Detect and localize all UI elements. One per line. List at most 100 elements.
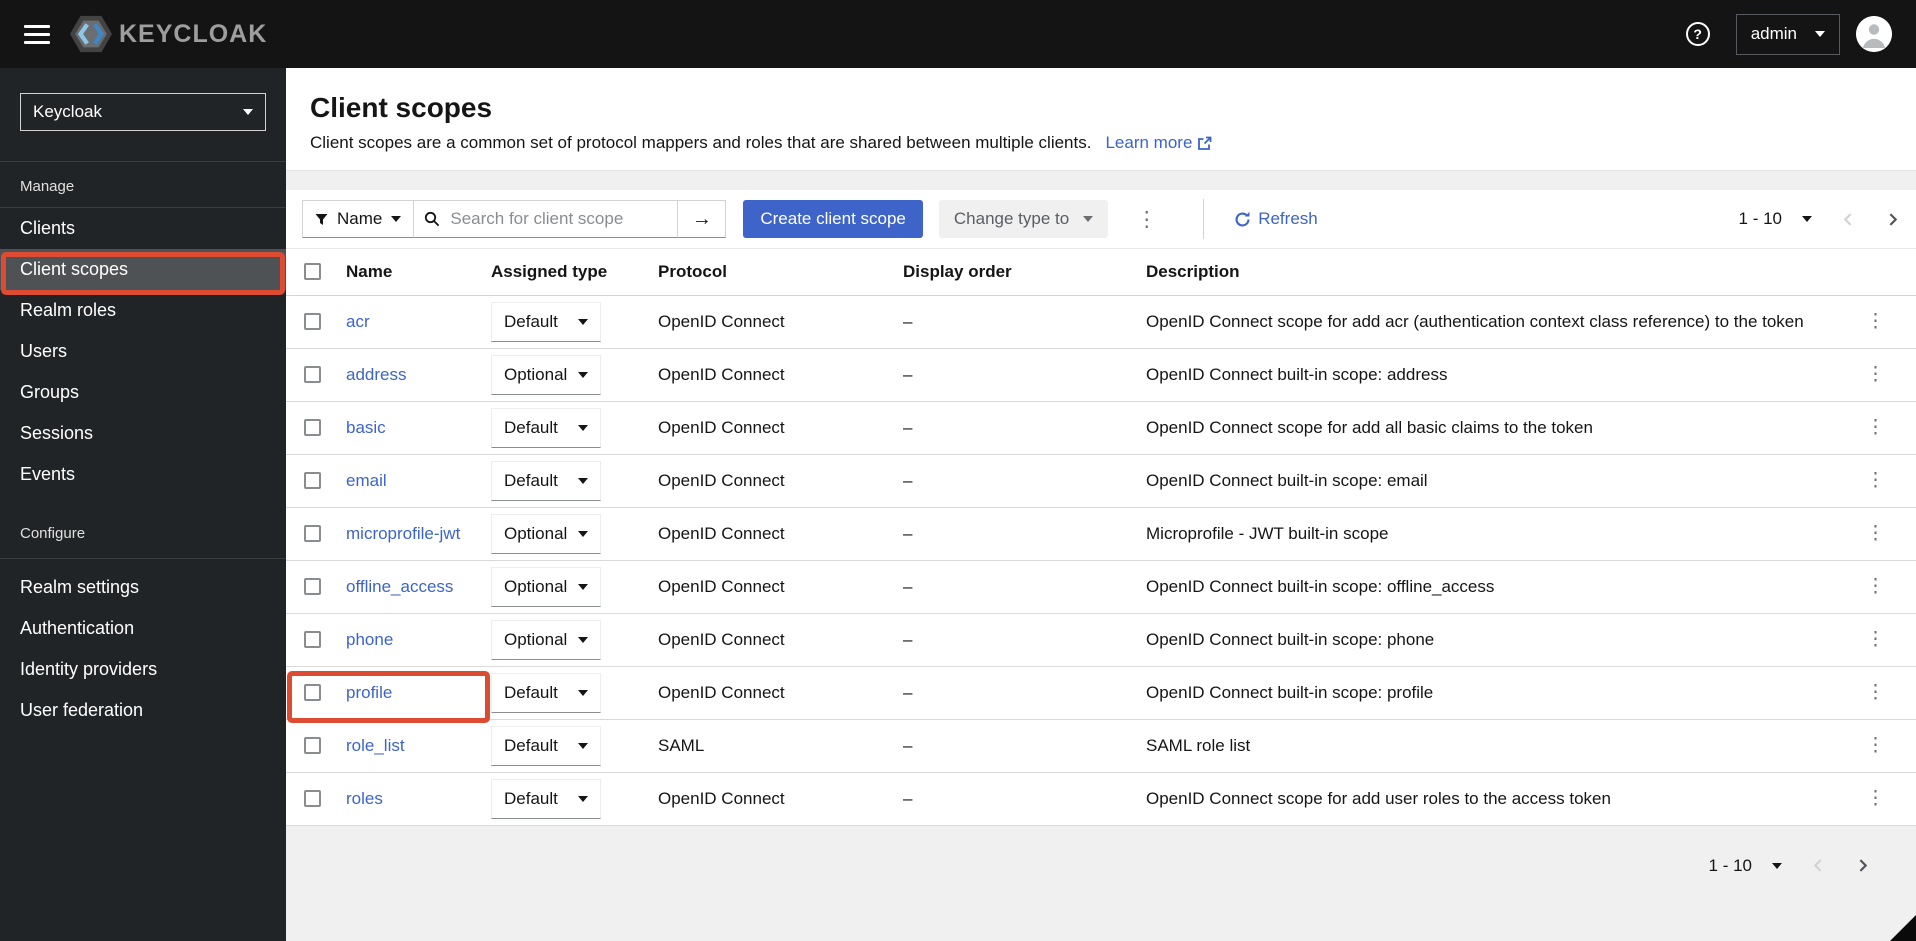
row-checkbox[interactable]	[304, 631, 321, 648]
row-checkbox[interactable]	[304, 737, 321, 754]
assigned-type-dropdown[interactable]: Optional	[491, 513, 601, 554]
keycloak-logo[interactable]: KEYCLOAK	[70, 13, 267, 55]
scope-name-link[interactable]: role_list	[346, 736, 405, 755]
scope-name-link[interactable]: roles	[346, 789, 383, 808]
user-name: admin	[1750, 24, 1797, 43]
scope-name-link[interactable]: email	[346, 471, 387, 490]
previous-page-icon[interactable]	[1841, 212, 1856, 227]
row-checkbox[interactable]	[304, 472, 321, 489]
table-header-row: Name Assigned type Protocol Display orde…	[286, 249, 1916, 296]
scope-name-link[interactable]: offline_access	[346, 577, 453, 596]
pagination-options-toggle[interactable]	[1802, 216, 1812, 222]
display-order-cell: –	[892, 666, 1136, 720]
sidebar-item-link[interactable]: Sessions	[0, 413, 286, 454]
scope-name-link[interactable]: profile	[346, 683, 392, 702]
search-input[interactable]	[448, 208, 668, 230]
sidebar-item-link[interactable]: Groups	[0, 372, 286, 413]
realm-selector[interactable]: Keycloak	[20, 93, 266, 131]
sidebar-item-link[interactable]: Authentication	[0, 608, 286, 649]
scope-name-link[interactable]: address	[346, 365, 406, 384]
sidebar-item[interactable]: Clients	[0, 208, 286, 249]
change-type-dropdown[interactable]: Change type to	[938, 200, 1109, 238]
row-kebab-menu[interactable]: ⋮	[1860, 467, 1891, 494]
next-page-icon[interactable]	[1855, 858, 1870, 873]
page-description: Client scopes are a common set of protoc…	[310, 133, 1092, 152]
display-order-cell: –	[892, 454, 1136, 508]
scope-name-link[interactable]: phone	[346, 630, 393, 649]
protocol-cell: OpenID Connect	[650, 560, 892, 614]
row-kebab-menu[interactable]: ⋮	[1860, 308, 1891, 335]
search-submit-button[interactable]: →	[678, 200, 727, 238]
sidebar-item[interactable]: Realm roles	[0, 290, 286, 331]
sidebar-item[interactable]: Identity providers	[0, 649, 286, 690]
column-header-name: Name	[336, 249, 480, 296]
sidebar-item-link[interactable]: Identity providers	[0, 649, 286, 690]
sidebar-item[interactable]: Users	[0, 331, 286, 372]
learn-more-link[interactable]: Learn more	[1105, 133, 1212, 153]
hamburger-menu-icon[interactable]	[24, 24, 50, 44]
sidebar-item-link[interactable]: User federation	[0, 690, 286, 731]
avatar[interactable]	[1856, 16, 1892, 52]
row-checkbox[interactable]	[304, 684, 321, 701]
sidebar-item-link[interactable]: Realm roles	[0, 290, 286, 331]
sidebar-item[interactable]: User federation	[0, 690, 286, 731]
description-cell: OpenID Connect built-in scope: phone	[1136, 613, 1840, 667]
scope-name-link[interactable]: acr	[346, 312, 370, 331]
previous-page-icon[interactable]	[1811, 858, 1826, 873]
help-icon[interactable]: ?	[1685, 22, 1710, 46]
row-checkbox[interactable]	[304, 313, 321, 330]
row-checkbox[interactable]	[304, 525, 321, 542]
chevron-down-icon	[391, 216, 402, 222]
sidebar-item[interactable]: Sessions	[0, 413, 286, 454]
sidebar-item[interactable]: Client scopes	[0, 249, 286, 290]
assigned-type-dropdown[interactable]: Default	[491, 778, 601, 819]
row-kebab-menu[interactable]: ⋮	[1860, 414, 1891, 441]
sidebar-item-link[interactable]: Client scopes	[0, 249, 286, 290]
scope-name-link[interactable]: microprofile-jwt	[346, 524, 460, 543]
row-kebab-menu[interactable]: ⋮	[1860, 573, 1891, 600]
row-kebab-menu[interactable]: ⋮	[1860, 626, 1891, 653]
column-header-assigned-type: Assigned type	[480, 249, 650, 296]
sidebar-item[interactable]: Groups	[0, 372, 286, 413]
assigned-type-dropdown[interactable]: Default	[491, 460, 601, 501]
display-order-cell: –	[892, 560, 1136, 614]
pagination-options-toggle[interactable]	[1772, 862, 1782, 869]
assigned-type-dropdown[interactable]: Default	[491, 672, 601, 713]
toolbar-kebab-menu[interactable]: ⋮	[1130, 205, 1163, 234]
assigned-type-dropdown[interactable]: Default	[491, 725, 601, 766]
assigned-type-dropdown[interactable]: Optional	[491, 566, 601, 607]
row-kebab-menu[interactable]: ⋮	[1860, 520, 1891, 547]
select-all-checkbox[interactable]	[304, 263, 321, 281]
assigned-type-dropdown[interactable]: Default	[491, 407, 601, 448]
protocol-cell: OpenID Connect	[650, 507, 892, 561]
description-cell: Microprofile - JWT built-in scope	[1136, 507, 1840, 561]
row-checkbox[interactable]	[304, 578, 321, 595]
assigned-type-dropdown[interactable]: Optional	[491, 619, 601, 660]
scope-name-link[interactable]: basic	[346, 418, 386, 437]
user-dropdown[interactable]: admin	[1735, 13, 1840, 55]
assigned-type-dropdown[interactable]: Optional	[491, 354, 601, 395]
next-page-icon[interactable]	[1885, 212, 1900, 227]
table-row: basic Default OpenID Connect – OpenID Co…	[286, 401, 1916, 455]
sidebar-item-link[interactable]: Clients	[0, 208, 286, 249]
row-kebab-menu[interactable]: ⋮	[1860, 785, 1891, 812]
table-row: phone Optional OpenID Connect – OpenID C…	[286, 613, 1916, 667]
pagination-range: 1 - 10	[1708, 855, 1752, 875]
refresh-button[interactable]: Refresh	[1228, 208, 1324, 230]
sidebar-item[interactable]: Realm settings	[0, 567, 286, 608]
create-client-scope-button[interactable]: Create client scope	[743, 200, 923, 238]
sidebar-item-link[interactable]: Users	[0, 331, 286, 372]
sidebar-item-link[interactable]: Realm settings	[0, 567, 286, 608]
row-kebab-menu[interactable]: ⋮	[1860, 732, 1891, 759]
row-checkbox[interactable]	[304, 419, 321, 436]
row-kebab-menu[interactable]: ⋮	[1860, 361, 1891, 388]
filter-type-dropdown[interactable]: Name	[302, 200, 415, 238]
sidebar-item[interactable]: Events	[0, 454, 286, 495]
sidebar-item-link[interactable]: Events	[0, 454, 286, 495]
row-checkbox[interactable]	[304, 366, 321, 383]
row-kebab-menu[interactable]: ⋮	[1860, 679, 1891, 706]
sidebar-item[interactable]: Authentication	[0, 608, 286, 649]
table-row: microprofile-jwt Optional OpenID Connect…	[286, 507, 1916, 561]
row-checkbox[interactable]	[304, 790, 321, 807]
assigned-type-dropdown[interactable]: Default	[491, 301, 601, 342]
